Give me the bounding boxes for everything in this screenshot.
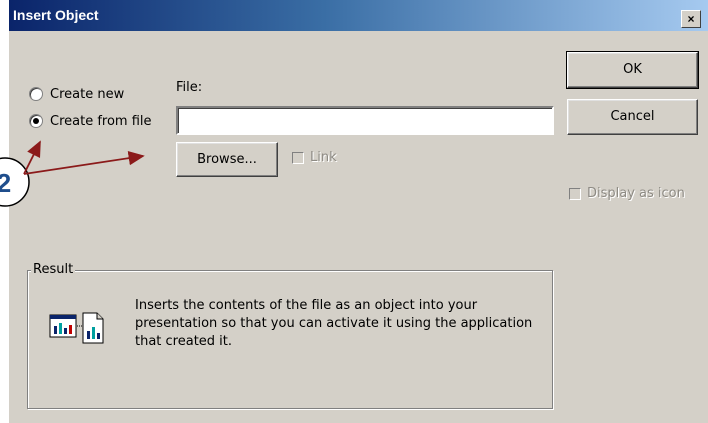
- create-from-file-radio[interactable]: [29, 114, 43, 128]
- create-new-option[interactable]: Create new: [29, 85, 124, 103]
- create-new-radio[interactable]: [29, 87, 43, 101]
- create-from-file-label: Create from file: [50, 113, 152, 129]
- link-checkbox[interactable]: [292, 151, 304, 164]
- file-path-input[interactable]: [176, 106, 554, 135]
- browse-button[interactable]: Browse...: [176, 142, 278, 177]
- create-new-label: Create new: [50, 86, 125, 102]
- close-icon: ×: [687, 12, 695, 26]
- display-as-icon-option[interactable]: Display as icon: [569, 186, 685, 201]
- cancel-button[interactable]: Cancel: [567, 99, 698, 135]
- dialog-title: Insert Object: [13, 7, 99, 23]
- display-as-icon-checkbox[interactable]: [569, 187, 581, 200]
- file-label: File:: [176, 80, 203, 95]
- result-description: Inserts the contents of the file as an o…: [135, 298, 533, 349]
- close-button[interactable]: ×: [681, 10, 701, 28]
- radio-selected-dot: [33, 118, 39, 124]
- display-as-icon-label: Display as icon: [587, 186, 685, 201]
- link-option[interactable]: Link: [292, 150, 337, 165]
- insert-object-document-icon: [49, 309, 109, 345]
- ok-button[interactable]: OK: [566, 51, 699, 89]
- insert-object-dialog: Insert Object × Create new Create from f…: [8, 0, 708, 423]
- create-from-file-option[interactable]: Create from file: [29, 112, 152, 130]
- result-group-label: Result: [31, 262, 76, 277]
- title-bar[interactable]: Insert Object ×: [9, 0, 708, 31]
- link-label: Link: [310, 150, 337, 165]
